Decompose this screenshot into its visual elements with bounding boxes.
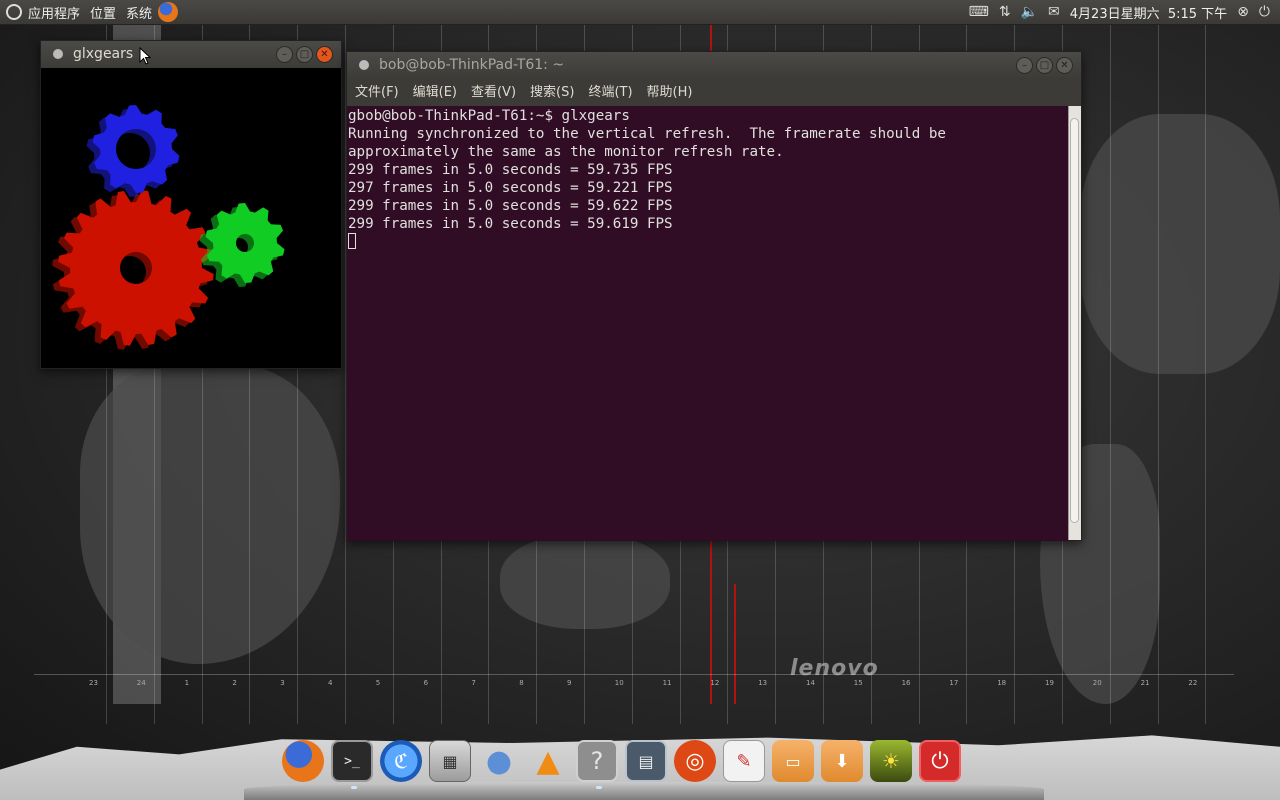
timezone-tick-label: 12 bbox=[710, 679, 720, 687]
close-button[interactable]: ✕ bbox=[1056, 57, 1073, 74]
window-title: glxgears bbox=[73, 46, 134, 62]
timezone-tick-label: 20 bbox=[1092, 679, 1102, 687]
terminal-line: Running synchronized to the vertical ref… bbox=[348, 126, 946, 142]
firefox-launcher-icon[interactable] bbox=[158, 2, 179, 22]
document-viewer-icon[interactable]: ▤ bbox=[625, 740, 667, 782]
minimize-button[interactable]: – bbox=[1016, 57, 1033, 74]
terminal-line: 299 frames in 5.0 seconds = 59.622 FPS bbox=[348, 198, 673, 214]
timezone-tick-label: 9 bbox=[567, 679, 572, 687]
blue-gear bbox=[86, 105, 180, 197]
menu-places[interactable]: 位置 bbox=[90, 3, 116, 22]
menu-applications[interactable]: 应用程序 bbox=[28, 3, 80, 22]
firefox-icon[interactable] bbox=[282, 740, 324, 782]
timezone-tick-label: 24 bbox=[136, 679, 146, 687]
terminal-icon[interactable]: >_ bbox=[331, 740, 373, 789]
menu-file[interactable]: 文件(F) bbox=[355, 81, 399, 100]
maximize-button[interactable]: □ bbox=[296, 46, 313, 63]
timezone-tick-row: 23 24 1 2 3 4 5 6 7 8 9 10 11 12 13 14 15 16 17 18 19 20 21 22 bbox=[34, 674, 1234, 701]
timezone-tick-label: 22 bbox=[1188, 679, 1198, 687]
terminal-window: bob@bob-ThinkPad-T61: ~ – □ ✕ 文件(F) 编辑(E… bbox=[346, 51, 1082, 541]
terminal-menubar: 文件(F) 编辑(E) 查看(V) 搜索(S) 终端(T) 帮助(H) bbox=[347, 78, 1081, 102]
network-icon[interactable]: ⇅ bbox=[999, 4, 1011, 20]
text-cursor bbox=[348, 233, 356, 249]
timezone-tick-label: 3 bbox=[280, 679, 285, 687]
timezone-tick-label: 14 bbox=[806, 679, 815, 687]
timezone-tick-label: 21 bbox=[1140, 679, 1150, 687]
window-title: bob@bob-ThinkPad-T61: ~ bbox=[379, 57, 565, 73]
vlc-icon[interactable]: ▲ bbox=[527, 740, 569, 782]
glxgears-window: glxgears – □ ✕ bbox=[40, 40, 342, 369]
mail-icon[interactable]: ✉ bbox=[1048, 4, 1060, 20]
terminal-output[interactable]: gbob@bob-ThinkPad-T61:~$ glxgears Running… bbox=[347, 106, 1069, 541]
terminal-scrollbar[interactable] bbox=[1068, 106, 1081, 540]
clock[interactable]: 4月23日星期六 5:15 下午 bbox=[1070, 3, 1227, 22]
menu-view[interactable]: 查看(V) bbox=[471, 81, 516, 100]
timezone-tick-label: 10 bbox=[614, 679, 624, 687]
landmass-africa bbox=[80, 364, 340, 664]
ubuntu-icon[interactable]: ◎ bbox=[674, 740, 716, 782]
timezone-tick-label: 15 bbox=[853, 679, 863, 687]
timezone-tick-label: 18 bbox=[997, 679, 1007, 687]
menu-search[interactable]: 搜索(S) bbox=[530, 81, 574, 100]
gear-red-face bbox=[58, 190, 214, 346]
timezone-tick-label: 11 bbox=[662, 679, 672, 687]
top-panel: 应用程序 位置 系统 ⌨ ⇅ 🔈 ✉ 4月23日星期六 5:15 下午 ⊗ ⏻ bbox=[0, 0, 1280, 25]
maximize-button[interactable]: □ bbox=[1036, 57, 1053, 74]
glxgears-canvas bbox=[41, 68, 341, 368]
keyboard-icon[interactable]: ⌨ bbox=[969, 4, 989, 20]
pidgin-icon[interactable]: ● bbox=[478, 740, 520, 782]
system-tray: ⌨ ⇅ 🔈 ✉ 4月23日星期六 5:15 下午 ⊗ ⏻ bbox=[969, 0, 1280, 24]
downloads-folder-icon[interactable]: ⬇ bbox=[821, 740, 863, 782]
photos-icon[interactable]: ☀ bbox=[870, 740, 912, 782]
landmass-australia bbox=[500, 534, 670, 629]
timezone-tick-label: 4 bbox=[328, 679, 333, 687]
volume-icon[interactable]: 🔈 bbox=[1021, 4, 1038, 20]
calculator-icon[interactable]: ▦ bbox=[429, 740, 471, 782]
terminal-line: approximately the same as the monitor re… bbox=[348, 144, 784, 160]
menu-terminal[interactable]: 终端(T) bbox=[588, 81, 632, 100]
timezone-tick-label: 7 bbox=[471, 679, 476, 687]
timezone-tick-label: 2 bbox=[232, 679, 237, 687]
ubuntu-logo-icon[interactable] bbox=[6, 4, 22, 20]
menu-edit[interactable]: 编辑(E) bbox=[413, 81, 457, 100]
timezone-line bbox=[1157, 24, 1159, 724]
glxgears-titlebar[interactable]: glxgears – □ ✕ bbox=[41, 41, 341, 67]
shutdown-icon[interactable]: ⏻ bbox=[919, 740, 961, 782]
user-icon[interactable]: ⊗ bbox=[1237, 4, 1249, 20]
scrollbar-thumb[interactable] bbox=[1070, 118, 1079, 523]
terminal-line: gbob@bob-ThinkPad-T61:~$ glxgears bbox=[348, 108, 630, 124]
menu-system[interactable]: 系统 bbox=[126, 3, 152, 22]
close-button[interactable]: ✕ bbox=[316, 46, 333, 63]
window-icon bbox=[359, 60, 369, 70]
power-icon[interactable]: ⏻ bbox=[1259, 4, 1270, 20]
folder-icon[interactable]: ▭ bbox=[772, 740, 814, 782]
timezone-tick-label: 23 bbox=[89, 679, 98, 687]
terminal-line: 299 frames in 5.0 seconds = 59.619 FPS bbox=[348, 216, 673, 232]
minimize-button[interactable]: – bbox=[276, 46, 293, 63]
text-editor-icon[interactable]: ✎ bbox=[723, 740, 765, 782]
terminal-titlebar[interactable]: bob@bob-ThinkPad-T61: ~ – □ ✕ bbox=[347, 52, 1081, 78]
timezone-tick-label: 6 bbox=[423, 679, 429, 687]
timezone-tick-label: 1 bbox=[184, 679, 190, 687]
help-icon[interactable]: ? bbox=[576, 740, 618, 789]
thunderbird-icon[interactable]: ℭ bbox=[380, 740, 422, 782]
timezone-tick-label: 5 bbox=[375, 679, 381, 687]
timezone-tick-label: 8 bbox=[519, 679, 524, 687]
dock: >_ ℭ ▦ ● ▲ ? ▤ ◎ ✎ ▭ ⬇ ☀ ⏻ bbox=[282, 735, 961, 789]
timezone-line bbox=[1109, 24, 1111, 724]
timezone-tick-label: 19 bbox=[1045, 679, 1054, 687]
timezone-tick-label: 16 bbox=[901, 679, 911, 687]
timezone-tick-label: 13 bbox=[758, 679, 768, 687]
mouse-cursor-icon bbox=[139, 47, 151, 65]
window-icon bbox=[53, 49, 63, 59]
red-gear bbox=[52, 190, 214, 350]
terminal-line: 299 frames in 5.0 seconds = 59.735 FPS bbox=[348, 162, 673, 178]
timezone-tick-label: 17 bbox=[949, 679, 959, 687]
terminal-line: 297 frames in 5.0 seconds = 59.221 FPS bbox=[348, 180, 673, 196]
timezone-line bbox=[1205, 24, 1207, 724]
menu-help[interactable]: 帮助(H) bbox=[647, 81, 693, 100]
